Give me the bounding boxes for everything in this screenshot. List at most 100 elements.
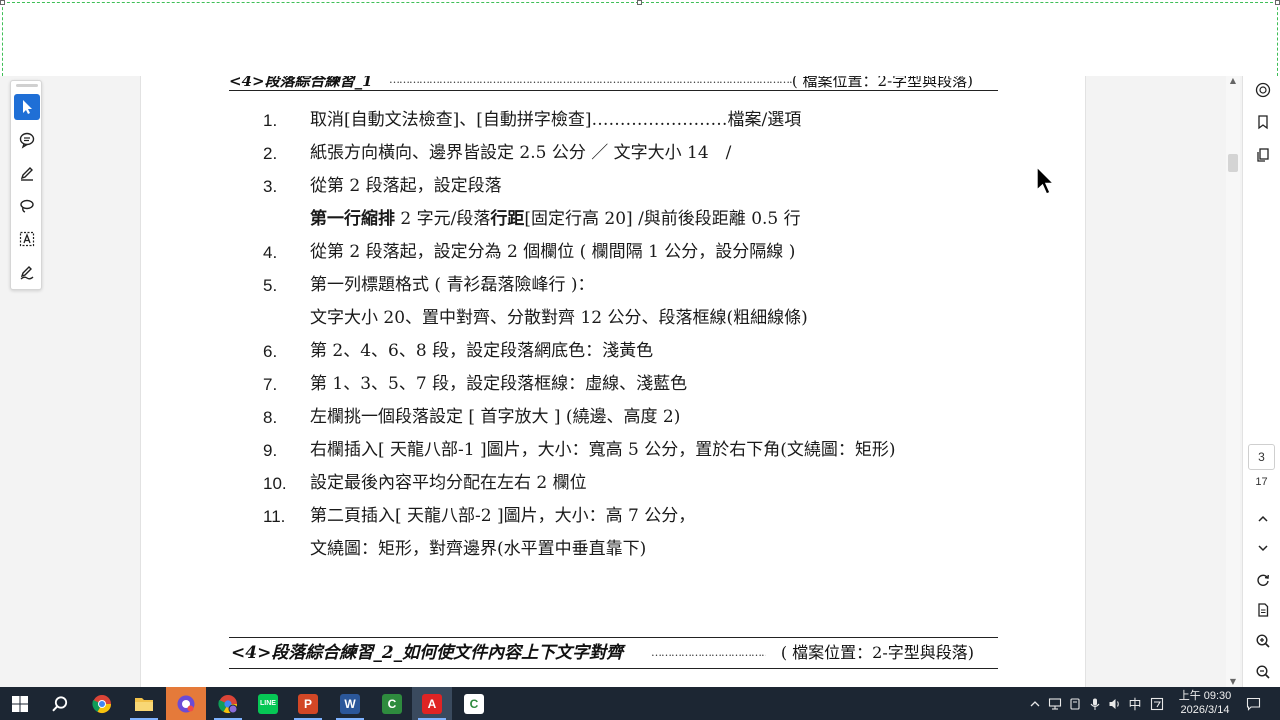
zoom-in-icon (1256, 634, 1270, 648)
list-item: 7. 第 1、3、5、7 段，設定段落框線：虛線、淺藍色 (263, 368, 983, 401)
taskbar-camtasia-2[interactable]: C (454, 687, 494, 720)
select-tool-button[interactable] (14, 94, 40, 120)
list-item-text: 第 1、3、5、7 段，設定段落框線：虛線、淺藍色 (310, 374, 688, 394)
list-item-number: 8. (263, 408, 278, 427)
list-item-number: 5. (263, 276, 278, 295)
taskbar-word[interactable]: W (330, 687, 370, 720)
camtasia-icon: C (464, 693, 484, 714)
list-item-number: 3. (263, 177, 278, 196)
resize-handle-top-left[interactable] (0, 0, 5, 5)
resize-handle-top-right[interactable] (1275, 0, 1280, 5)
taskbar-chrome[interactable] (82, 687, 122, 720)
bookmark-icon (1258, 115, 1268, 130)
taskbar-powerpoint[interactable]: P (288, 687, 328, 720)
list-item: 10. 設定最後內容平均分配在左右 2 欄位 (263, 467, 983, 500)
cursor-arrow-icon (23, 100, 32, 114)
next-page-button[interactable] (1251, 536, 1275, 560)
list-item: 9. 右欄插入[ 天龍八部-1 ]圖片，大小：寬高 5 公分，置於右下角(文繞圖：… (263, 434, 983, 467)
list-item-number: 4. (263, 243, 278, 262)
acrobat-icon: A (422, 693, 442, 714)
draw-tool-button[interactable] (14, 193, 40, 219)
camtasia-icon: C (382, 693, 402, 714)
start-button[interactable] (0, 687, 40, 720)
comment-tool-button[interactable] (14, 127, 40, 153)
ime-keyboard-icon (1150, 697, 1164, 710)
taskbar-screen-recorder[interactable] (166, 687, 206, 720)
scrollbar-thumb[interactable] (1228, 154, 1238, 172)
lasso-icon (20, 199, 34, 213)
taskbar-line[interactable]: LINE (248, 687, 288, 720)
list-item-text: 第 2、4、6、8 段，設定段落網底色：淺黃色 (310, 341, 654, 361)
selection-border-left (2, 2, 3, 76)
document-page[interactable]: <4>段落綜合練習_1 …………………………………………………………………………… (140, 76, 1086, 687)
tray-ime-settings-button[interactable] (1148, 687, 1166, 720)
section-header: <4>段落綜合練習_1 …………………………………………………………………………… (229, 76, 998, 90)
list-item: 文繞圖：矩形，對齊邊界(水平置中垂直靠下) (263, 533, 983, 566)
list-item-number: 9. (263, 441, 278, 460)
clock-time: 上午 09:30 (1178, 690, 1232, 702)
previous-page-button[interactable] (1251, 507, 1275, 531)
list-item: 6. 第 2、4、6、8 段，設定段落網底色：淺黃色 (263, 335, 983, 368)
list-item-text: 右欄插入[ 天龍八部-1 ]圖片，大小：寬高 5 公分，置於右下角(文繞圖：矩形… (310, 440, 896, 460)
windows-taskbar: LINE P W C A C 中 上午 09:30 2026/3/14 (0, 687, 1280, 720)
list-item: 1. 取消[自動文法檢查]、[自動拼字檢查]……………………檔案/選項 (263, 104, 983, 137)
annotation-toolbar (10, 80, 42, 290)
taskbar-acrobat[interactable]: A (412, 687, 452, 720)
list-item: 文字大小 20、置中對齊、分散對齊 12 公分、段落框線(粗細線條) (263, 302, 983, 335)
tray-microphone-button[interactable] (1086, 687, 1104, 720)
zoom-out-icon (1256, 665, 1270, 679)
toolbar-drag-grip[interactable] (16, 84, 38, 87)
tray-volume-button[interactable] (1106, 687, 1124, 720)
word-icon: W (340, 693, 360, 714)
scroll-up-arrow-icon[interactable]: ▲ (1228, 76, 1238, 85)
microphone-icon (1090, 698, 1100, 710)
notification-icon (1246, 697, 1260, 711)
list-item-text: 第一行縮排 2 字元/段落行距[固定行高 20] /與前後段距離 0.5 行 (310, 203, 801, 236)
sign-tool-button[interactable] (14, 259, 40, 285)
bookmark-button[interactable] (1251, 110, 1275, 134)
bold-term-first-line-indent: 第一行縮排 (310, 209, 395, 229)
rotate-button[interactable] (1251, 568, 1275, 592)
right-side-panel: 3 17 (1242, 76, 1280, 687)
list-item-number: 6. (263, 342, 278, 361)
resize-handle-top-center[interactable] (637, 0, 642, 5)
windows-logo-icon (12, 695, 28, 712)
tray-network-button[interactable] (1046, 687, 1064, 720)
zoom-in-button[interactable] (1251, 629, 1275, 653)
comment-icon (19, 132, 35, 149)
list-item-text: 紙張方向橫向、邊界皆設定 2.5 公分 ／ 文字大小 14 / (310, 143, 732, 163)
list-item-text: 第一列標題格式 ( 青衫磊落險峰行 )： (310, 275, 595, 295)
total-pages-label: 17 (1255, 476, 1268, 488)
search-button[interactable] (40, 687, 80, 720)
section-header-rule (229, 90, 998, 91)
section-header-file-location: ( 檔案位置：2-字型與段落) (791, 76, 973, 90)
scroll-down-arrow-icon[interactable]: ▼ (1228, 677, 1238, 686)
copy-pages-icon (1257, 148, 1269, 162)
ime-mode-indicator[interactable]: 中 (1126, 687, 1144, 720)
system-clock[interactable]: 上午 09:30 2026/3/14 (1172, 689, 1238, 718)
tray-overflow-button[interactable] (1026, 687, 1044, 720)
volume-icon (1109, 698, 1119, 709)
taskbar-camtasia[interactable]: C (372, 687, 412, 720)
list-item-text: 從第 2 段落起，設定分為 2 個欄位 ( 欄間隔 1 公分，設分隔線 ) (310, 242, 796, 262)
tray-device-button[interactable] (1066, 687, 1084, 720)
current-page-input[interactable]: 3 (1248, 444, 1275, 470)
zoom-out-button[interactable] (1251, 660, 1275, 684)
list-item: 8. 左欄挑一個段落設定 [ 首字放大 ] (繞邊、高度 2) (263, 401, 983, 434)
vertical-scrollbar[interactable]: ▲ ▼ (1226, 76, 1240, 687)
line-icon: LINE (258, 693, 278, 714)
page-fit-button[interactable] (1251, 598, 1275, 622)
network-icon (1048, 697, 1062, 710)
ai-assistant-button[interactable] (1251, 78, 1275, 102)
text-box-tool-button[interactable] (14, 226, 40, 252)
notification-center-button[interactable] (1242, 687, 1264, 720)
list-item: 4. 從第 2 段落起，設定分為 2 個欄位 ( 欄間隔 1 公分，設分隔線 ) (263, 236, 983, 269)
recorder-icon (177, 695, 195, 712)
taskbar-chrome-profile[interactable] (208, 687, 248, 720)
taskbar-file-explorer[interactable] (124, 687, 164, 720)
next-section-rule-bottom (229, 668, 998, 669)
pages-panel-button[interactable] (1251, 143, 1275, 167)
next-section-rule-top (229, 637, 998, 638)
highlight-tool-button[interactable] (14, 160, 40, 186)
selection-border-right (1277, 2, 1278, 76)
